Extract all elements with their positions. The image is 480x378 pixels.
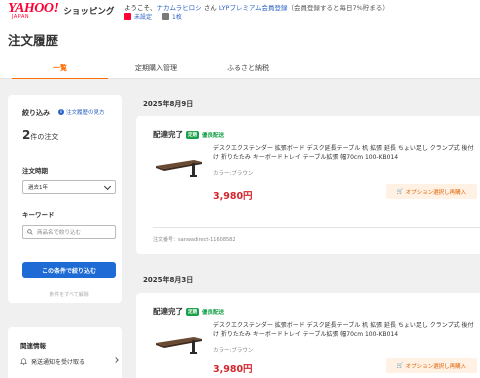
product-name-link[interactable]: デスクエクステンダー 拡張ボード デスク延長テーブル 机 拡張 延長 ちょい足し… [213,144,477,162]
welcome-message: ようこそ、ナカムラヒロシ さん LYPプレミアム会員登録（会員登録すると毎日7%… [124,2,389,12]
search-icon [27,229,33,235]
product-image[interactable] [154,154,204,184]
help-link-label: 注文履歴の見方 [66,110,105,116]
help-link[interactable]: i 注文履歴の見方 [58,108,105,116]
setting-status-label: 未設定 [134,14,153,21]
order-date: 2025年8月3日 [143,276,194,284]
coupon-status[interactable]: 1枚 [162,12,182,21]
product-color: カラー:ブラウン [213,348,254,354]
shipping-badge: 定期 [186,307,199,316]
order-date: 2025年8月9日 [143,100,194,108]
order-count-suffix: 件の注文 [30,133,59,141]
period-select[interactable]: 過去1年 [22,180,116,194]
chevron-right-icon [113,357,119,363]
honorific: さん [201,4,219,12]
delivery-status-label: 配達完了 [153,307,183,316]
info-icon: i [58,109,64,115]
chevron-down-icon [103,182,112,191]
keyword-placeholder: 商品名で絞り込む [37,230,82,236]
rebuy-with-options-button[interactable]: 🛒 オプション選択し再購入 [386,184,477,199]
logo-shopping: ショッピング [63,7,115,17]
cart-icon: 🛒 [396,362,404,369]
shipping-notify-label: 発送通知を受け取る [31,359,86,366]
header: YAHOO! JAPAN ショッピング ようこそ、ナカムラヒロシ さん LYPプ… [0,0,480,22]
related-info-title: 関連情報 [20,342,46,350]
shipping-badge-text: 優良配送 [202,132,225,139]
divider [153,227,480,228]
tab-furusato[interactable]: ふるさと納税 [200,57,296,79]
logo-sub: JAPAN [12,14,30,20]
tab-list[interactable]: 一覧 [12,57,108,80]
filter-panel: 絞り込み i 注文履歴の見方 2件の注文 注文時期 過去1年 キーワード 商品名… [8,95,122,303]
tab-subscription-label: 定期購入管理 [135,64,177,72]
rebuy-with-options-label: オプション選択し再購入 [405,189,467,196]
keyword-input[interactable]: 商品名で絞り込む [22,225,116,239]
filter-title: 絞り込み [22,109,50,117]
shipping-badge: 定期 [186,130,199,139]
page-title: 注文履歴 [8,33,59,48]
account-status: 未設定 1枚 [124,12,182,21]
keyword-label: キーワード [22,211,55,219]
shipping-badge-text: 優良配送 [202,309,225,316]
delivery-status: 配達完了 定期 優良配送 [153,129,224,140]
coupon-icon [162,13,170,20]
bell-icon [20,358,27,365]
order-count: 2件の注文 [22,128,58,142]
product-price: 3,980円 [213,364,253,375]
delivery-status-label: 配達完了 [153,130,183,139]
shipping-notify-link[interactable]: 発送通知を受け取る [20,357,119,366]
order-number: 注文番号：sanwadirect-11608582 [153,237,236,243]
apply-filter-button[interactable]: この条件で絞り込む [22,262,116,278]
delivery-status: 配達完了 定期 優良配送 [153,306,224,317]
rebuy-with-options-button[interactable]: 🛒 オプション選択し再購入 [386,358,477,373]
tab-furusato-label: ふるさと納税 [227,64,269,72]
cart-icon: 🛒 [396,188,404,195]
lyp-note: （会員登録すると毎日7%貯まる） [287,4,389,12]
period-select-value: 過去1年 [28,185,48,191]
coupon-count: 1枚 [172,14,182,21]
rebuy-with-options-label: オプション選択し再購入 [405,363,467,370]
reset-filter-link[interactable]: 条件をすべて解除 [22,291,116,298]
product-price: 3,980円 [213,191,253,202]
lyp-premium-link[interactable]: LYPプレミアム会員登録 [219,4,288,12]
product-name-link[interactable]: デスクエクステンダー 拡張ボード デスク延長テーブル 机 拡張 延長 ちょい足し… [213,321,477,339]
yahoo-shopping-logo[interactable]: YAHOO! JAPAN ショッピング [8,2,115,21]
order-card: 配達完了 定期 優良配送 デスクエクステンダー 拡張ボード デスク延長テーブル … [136,293,480,378]
paypay-icon [124,13,131,20]
related-info-panel: 関連情報 発送通知を受け取る [8,327,122,378]
tab-subscription[interactable]: 定期購入管理 [108,57,204,79]
welcome-prefix: ようこそ、 [124,4,157,12]
product-image[interactable] [154,331,204,361]
product-color: カラー:ブラウン [213,171,254,177]
period-label: 注文時期 [22,167,48,175]
order-card: 配達完了 定期 優良配送 デスクエクステンダー 拡張ボード デスク延長テーブル … [136,116,480,254]
tab-list-label: 一覧 [53,64,67,72]
tab-bar: 一覧 定期購入管理 ふるさと納税 [0,57,480,80]
setting-status[interactable]: 未設定 [124,12,152,21]
apply-filter-label: この条件で絞り込む [41,267,96,275]
user-name-link[interactable]: ナカムラヒロシ [157,4,202,12]
